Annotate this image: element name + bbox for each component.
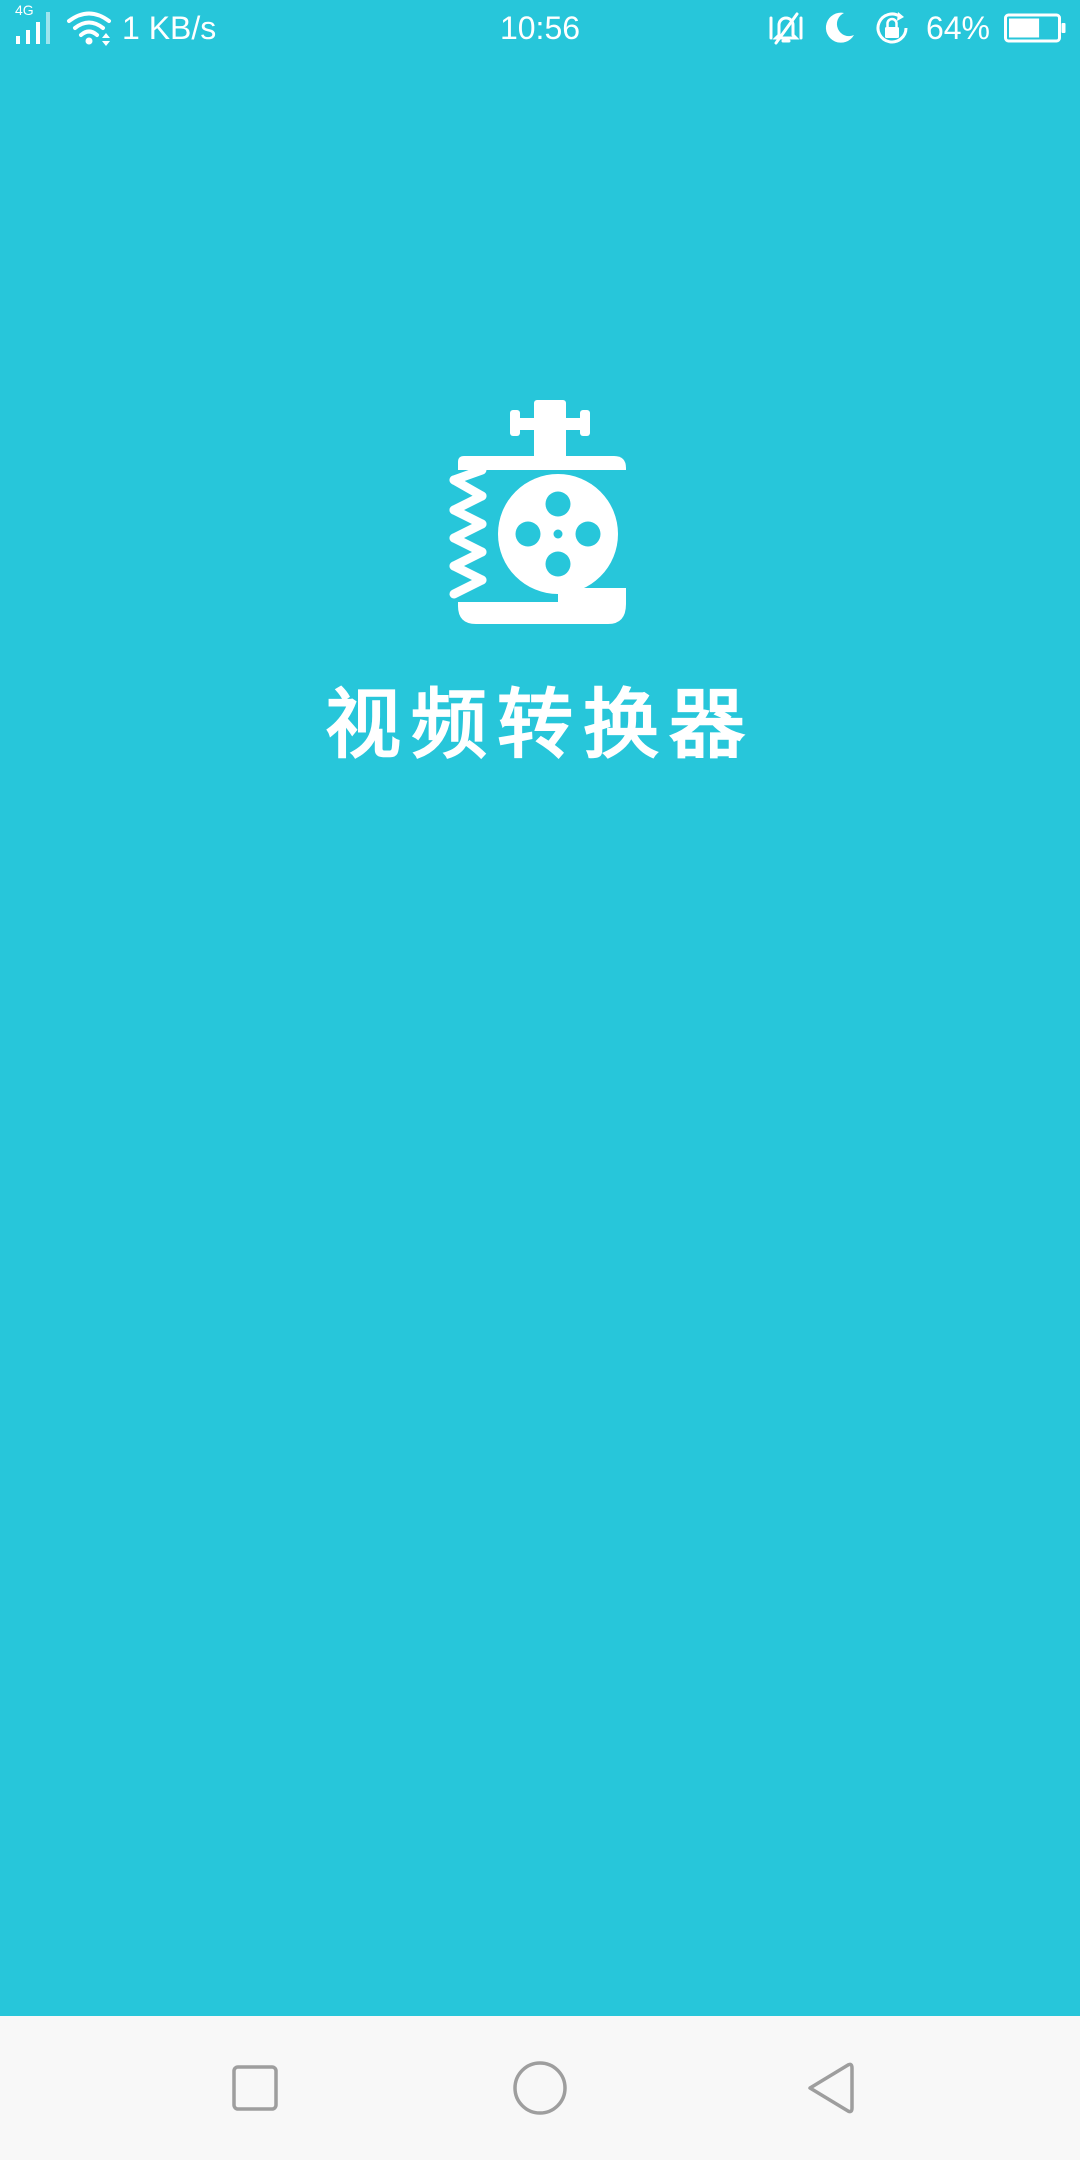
square-icon xyxy=(232,2065,278,2111)
circle-icon xyxy=(513,2061,567,2115)
moon-icon xyxy=(825,12,854,43)
splash-screen: 4G 1 KB/s 10:56 64% 视频转换器 xyxy=(0,0,1080,2160)
battery-icon xyxy=(1004,13,1066,43)
recents-button[interactable] xyxy=(219,2052,291,2124)
status-bar: 4G 1 KB/s 10:56 64% xyxy=(0,0,1080,56)
back-button[interactable] xyxy=(794,2052,866,2124)
triangle-back-icon xyxy=(808,2062,854,2114)
app-logo xyxy=(440,400,640,640)
vibrate-icon xyxy=(769,12,803,45)
home-button[interactable] xyxy=(504,2052,576,2124)
app-name: 视频转换器 xyxy=(325,683,755,768)
navigation-bar xyxy=(0,2016,1080,2160)
rotation-lock-icon xyxy=(876,12,908,44)
status-right: 64% xyxy=(766,8,1066,48)
battery-percent: 64% xyxy=(925,10,990,46)
battery-level-fill xyxy=(1009,18,1040,38)
film-reel-press-icon xyxy=(449,400,626,624)
